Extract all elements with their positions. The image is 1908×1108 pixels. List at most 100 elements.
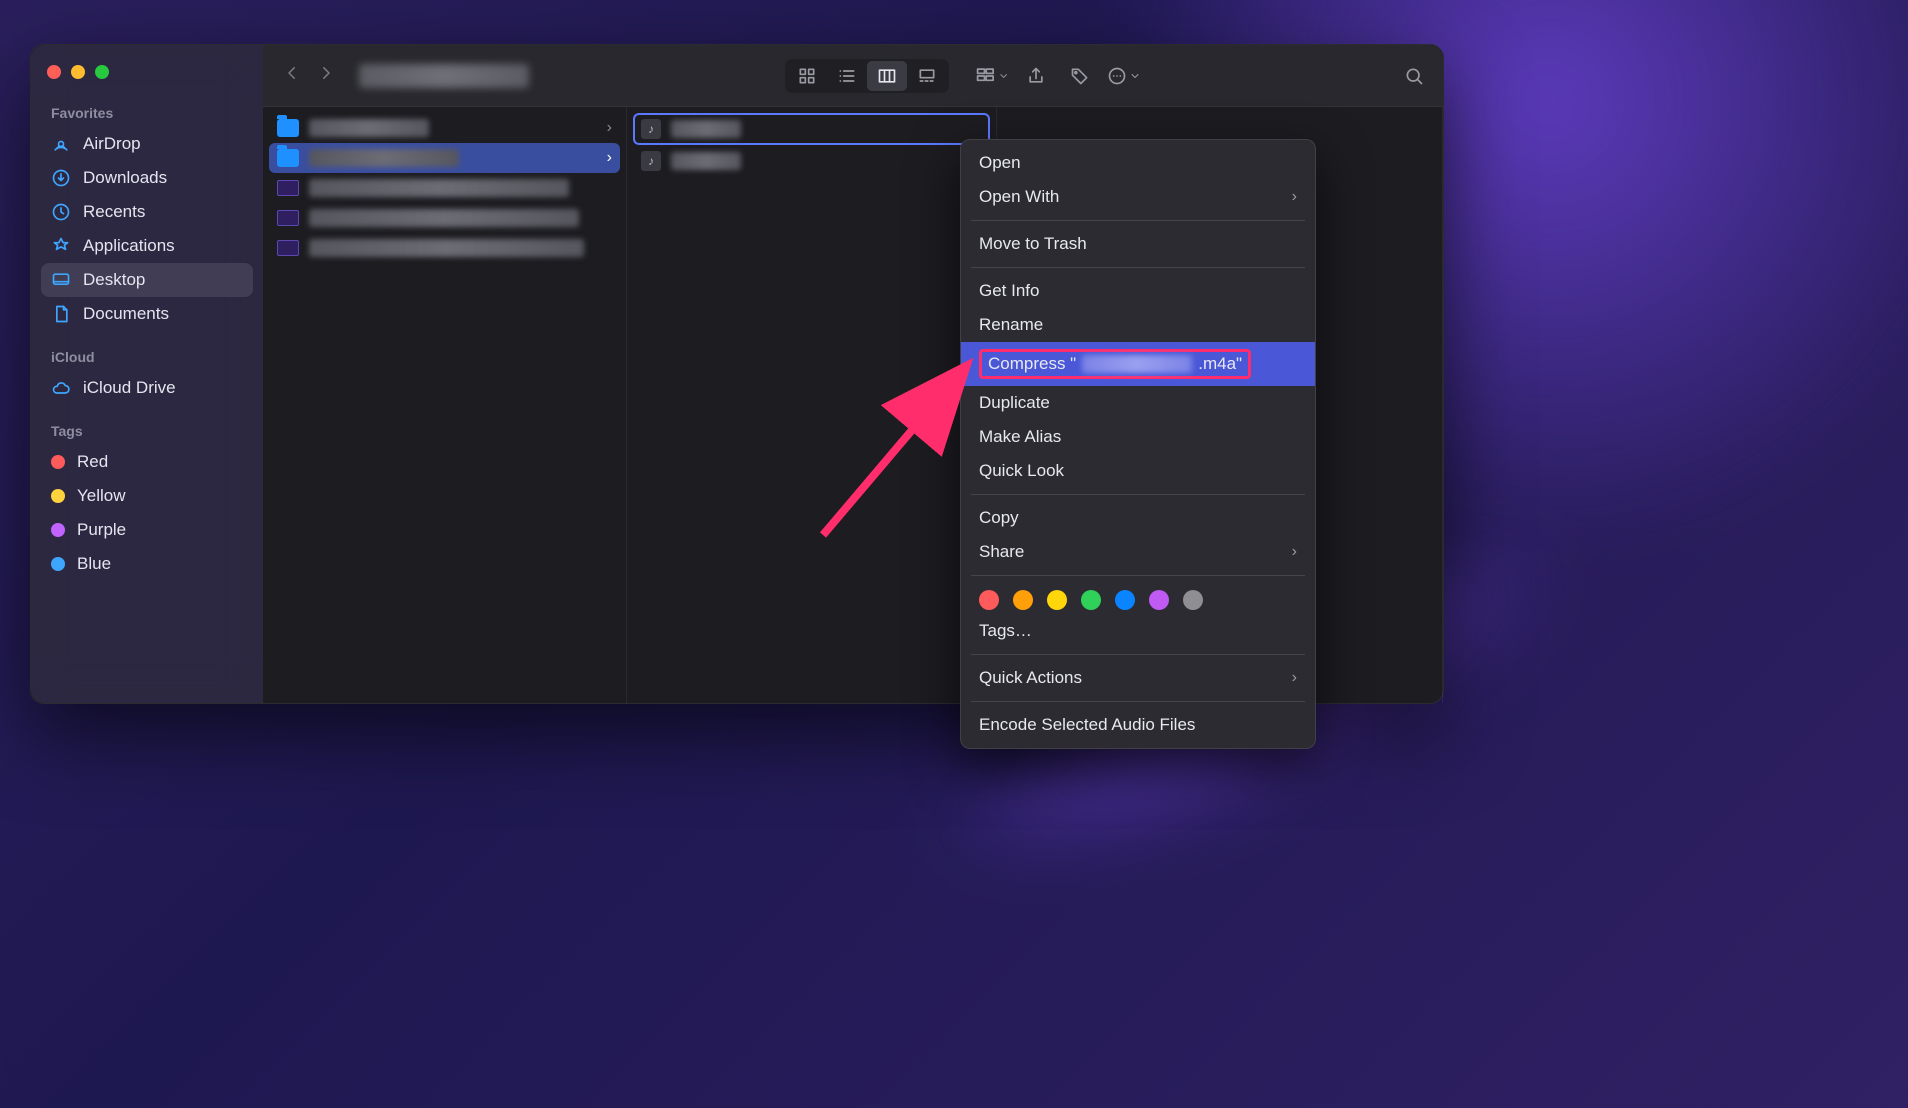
menu-item-tags[interactable]: Tags…	[961, 614, 1315, 648]
menu-item-move-to-trash[interactable]: Move to Trash	[961, 227, 1315, 261]
submenu-arrow-icon: ›	[1292, 188, 1297, 206]
group-menu-button[interactable]	[975, 61, 1009, 91]
audio-file-icon: ♪	[641, 119, 661, 139]
sidebar-item-label: Blue	[77, 554, 111, 574]
view-gallery-button[interactable]	[907, 61, 947, 91]
menu-item-make-alias[interactable]: Make Alias	[961, 420, 1315, 454]
menu-item-copy[interactable]: Copy	[961, 501, 1315, 535]
image-icon	[277, 210, 299, 226]
menu-item-share[interactable]: Share›	[961, 535, 1315, 569]
tag-color-purple[interactable]	[1149, 590, 1169, 610]
sidebar-item-label: AirDrop	[83, 134, 141, 154]
sidebar-item-desktop[interactable]: Desktop	[41, 263, 253, 297]
menu-item-duplicate[interactable]: Duplicate	[961, 386, 1315, 420]
submenu-arrow-icon: ›	[1292, 543, 1297, 561]
menu-item-compress[interactable]: Compress " .m4a"	[961, 342, 1315, 386]
sidebar-tag-purple[interactable]: Purple	[41, 513, 253, 547]
menu-item-open[interactable]: Open	[961, 146, 1315, 180]
list-item[interactable]	[269, 203, 620, 233]
file-name	[671, 152, 741, 170]
tag-dot-icon	[51, 557, 65, 571]
sidebar-item-downloads[interactable]: Downloads	[41, 161, 253, 195]
sidebar-item-recents[interactable]: Recents	[41, 195, 253, 229]
sidebar-item-label: Documents	[83, 304, 169, 324]
file-name	[309, 179, 569, 197]
list-item[interactable]: ›	[269, 143, 620, 173]
menu-item-label: .m4a"	[1198, 354, 1242, 374]
column-1[interactable]: › ›	[263, 107, 627, 703]
toolbar	[263, 45, 1443, 107]
folder-icon	[277, 119, 299, 137]
menu-separator	[971, 575, 1305, 576]
close-window-button[interactable]	[47, 65, 61, 79]
tag-color-gray[interactable]	[1183, 590, 1203, 610]
tag-color-red[interactable]	[979, 590, 999, 610]
audio-file-icon: ♪	[641, 151, 661, 171]
column-2[interactable]: ♪ ♪	[627, 107, 997, 703]
action-menu-button[interactable]	[1107, 61, 1141, 91]
sidebar-item-label: Purple	[77, 520, 126, 540]
window-controls	[41, 63, 253, 101]
menu-item-quick-actions[interactable]: Quick Actions›	[961, 661, 1315, 695]
sidebar-item-label: Downloads	[83, 168, 167, 188]
view-list-button[interactable]	[827, 61, 867, 91]
applications-icon	[51, 236, 71, 256]
sidebar-item-documents[interactable]: Documents	[41, 297, 253, 331]
nav-back-button[interactable]	[283, 64, 301, 87]
context-menu: Open Open With› Move to Trash Get Info R…	[960, 139, 1316, 749]
image-icon	[277, 180, 299, 196]
download-icon	[51, 168, 71, 188]
list-item[interactable]: ›	[269, 113, 620, 143]
view-columns-button[interactable]	[867, 61, 907, 91]
tag-color-row	[961, 582, 1315, 614]
minimize-window-button[interactable]	[71, 65, 85, 79]
sidebar-tag-yellow[interactable]: Yellow	[41, 479, 253, 513]
sidebar-item-label: iCloud Drive	[83, 378, 176, 398]
window-title	[359, 64, 529, 88]
clock-icon	[51, 202, 71, 222]
folder-icon	[277, 149, 299, 167]
sidebar-item-airdrop[interactable]: AirDrop	[41, 127, 253, 161]
tag-color-yellow[interactable]	[1047, 590, 1067, 610]
sidebar-item-label: Yellow	[77, 486, 126, 506]
sidebar-item-applications[interactable]: Applications	[41, 229, 253, 263]
share-button[interactable]	[1019, 61, 1053, 91]
menu-item-open-with[interactable]: Open With›	[961, 180, 1315, 214]
document-icon	[51, 304, 71, 324]
view-mode-group	[785, 59, 949, 93]
airdrop-icon	[51, 134, 71, 154]
list-item[interactable]: ♪	[633, 113, 990, 145]
list-item[interactable]: ♪	[633, 145, 990, 177]
view-icons-button[interactable]	[787, 61, 827, 91]
menu-item-encode-audio[interactable]: Encode Selected Audio Files	[961, 708, 1315, 742]
sidebar-tag-blue[interactable]: Blue	[41, 547, 253, 581]
tags-button[interactable]	[1063, 61, 1097, 91]
menu-item-quick-look[interactable]: Quick Look	[961, 454, 1315, 488]
menu-separator	[971, 267, 1305, 268]
tag-color-green[interactable]	[1081, 590, 1101, 610]
menu-item-get-info[interactable]: Get Info	[961, 274, 1315, 308]
menu-separator	[971, 701, 1305, 702]
sidebar-tag-red[interactable]: Red	[41, 445, 253, 479]
nav-forward-button[interactable]	[317, 64, 335, 87]
search-button[interactable]	[1397, 61, 1431, 91]
list-item[interactable]	[269, 173, 620, 203]
tag-dot-icon	[51, 489, 65, 503]
menu-separator	[971, 220, 1305, 221]
sidebar-section-tags: Tags	[41, 419, 253, 445]
list-item[interactable]	[269, 233, 620, 263]
tag-color-blue[interactable]	[1115, 590, 1135, 610]
file-name	[309, 149, 459, 167]
menu-item-label: Compress "	[988, 354, 1076, 374]
main-area: › › ♪ ♪ Open Open With› Move to Trash Ge…	[263, 45, 1443, 703]
file-name	[309, 119, 429, 137]
zoom-window-button[interactable]	[95, 65, 109, 79]
sidebar-item-label: Applications	[83, 236, 175, 256]
sidebar-item-label: Red	[77, 452, 108, 472]
tag-color-orange[interactable]	[1013, 590, 1033, 610]
menu-item-rename[interactable]: Rename	[961, 308, 1315, 342]
sidebar-item-icloud-drive[interactable]: iCloud Drive	[41, 371, 253, 405]
tag-dot-icon	[51, 455, 65, 469]
sidebar-section-icloud: iCloud	[41, 345, 253, 371]
sidebar-item-label: Desktop	[83, 270, 145, 290]
